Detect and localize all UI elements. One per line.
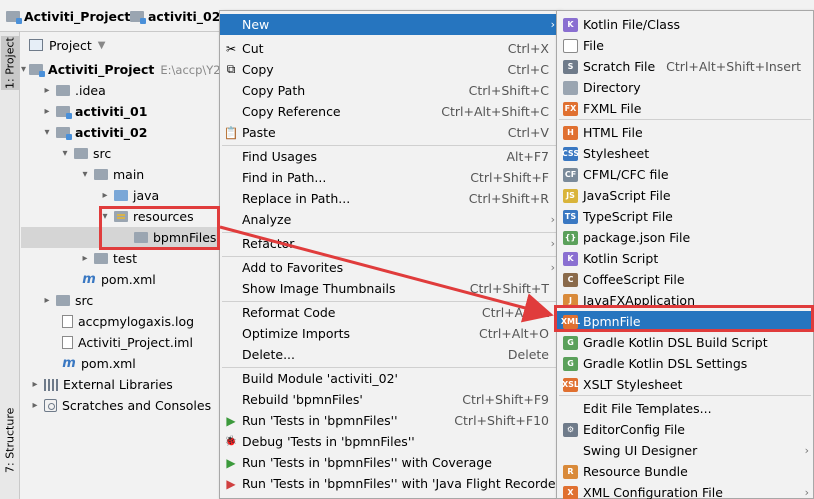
annotation-arrow <box>219 225 554 323</box>
arrow-line <box>219 225 554 323</box>
